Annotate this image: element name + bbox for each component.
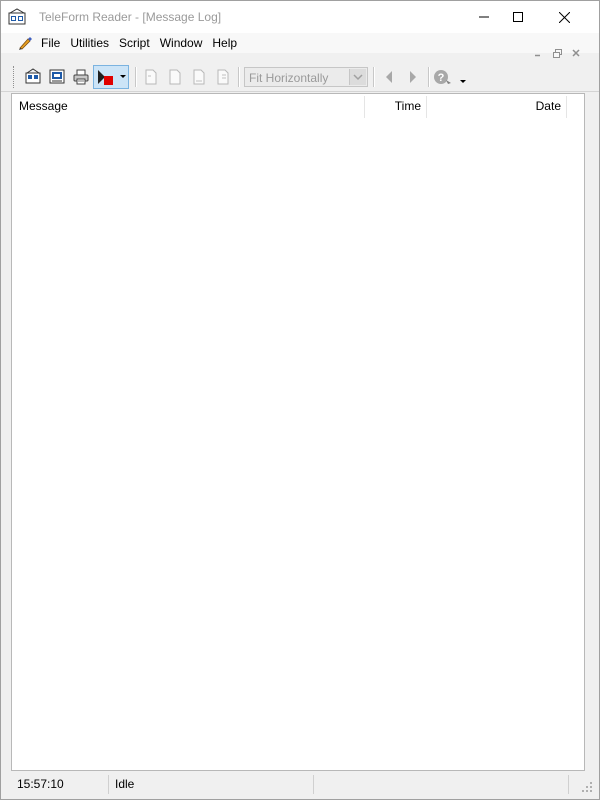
- back-button[interactable]: [378, 66, 400, 88]
- mdi-restore-button[interactable]: [548, 45, 566, 61]
- chevron-down-icon: [353, 74, 363, 81]
- zoom-dropdown-button[interactable]: [349, 69, 366, 85]
- read-forms-button[interactable]: [46, 66, 68, 88]
- forward-button[interactable]: [402, 66, 424, 88]
- scan-forms-icon: [25, 68, 41, 84]
- menu-script[interactable]: Script: [114, 33, 155, 53]
- minimize-icon: [479, 16, 489, 18]
- status-state: Idle: [109, 775, 314, 794]
- column-header-message[interactable]: Message: [19, 94, 364, 118]
- zoom-select-value: Fit Horizontally: [249, 71, 329, 85]
- title-bar[interactable]: TeleForm Reader - [Message Log]: [1, 1, 599, 33]
- first-page-button[interactable]: [140, 66, 162, 88]
- form-reader-icon: [49, 69, 65, 84]
- maximize-button[interactable]: [495, 1, 541, 33]
- print-button[interactable]: [70, 66, 92, 88]
- mdi-minimize-button[interactable]: [529, 45, 547, 61]
- chevron-down-icon: [120, 75, 126, 78]
- page-icon: [217, 69, 229, 85]
- toolbar-separator: [428, 67, 430, 87]
- run-stop-icon: [98, 70, 113, 85]
- minimize-icon: [535, 54, 540, 57]
- toolbar-separator: [135, 67, 137, 87]
- printer-icon: [73, 69, 89, 85]
- pen-icon[interactable]: [17, 35, 33, 51]
- help-button[interactable]: ?: [433, 66, 469, 88]
- close-icon: [558, 11, 570, 23]
- maximize-icon: [513, 12, 523, 22]
- page-icon: [169, 69, 181, 85]
- menu-bar: File Utilities Script Window Help: [1, 33, 599, 53]
- application-window: TeleForm Reader - [Message Log] File Uti…: [0, 0, 600, 800]
- mdi-close-button[interactable]: [567, 45, 585, 61]
- arrow-right-icon: [410, 71, 416, 83]
- teleform-app-icon[interactable]: [7, 7, 27, 27]
- status-time: 15:57:10: [11, 775, 109, 794]
- next-page-button[interactable]: [188, 66, 210, 88]
- toolbar-separator: [238, 67, 240, 87]
- menu-help[interactable]: Help: [207, 33, 242, 53]
- help-question-icon: ?: [434, 70, 451, 84]
- previous-page-button[interactable]: [164, 66, 186, 88]
- close-icon: [572, 49, 580, 57]
- status-bar: 15:57:10 Idle: [1, 773, 599, 799]
- list-header: Message Time Date: [12, 94, 584, 118]
- column-header-date[interactable]: Date: [427, 94, 566, 118]
- chevron-down-icon: [460, 80, 466, 83]
- resize-grip-icon[interactable]: [581, 781, 593, 793]
- column-divider[interactable]: [566, 96, 567, 118]
- restore-icon: [552, 48, 562, 58]
- menu-utilities[interactable]: Utilities: [65, 33, 114, 53]
- last-page-button[interactable]: [212, 66, 234, 88]
- run-stop-button[interactable]: [93, 65, 129, 89]
- zoom-select[interactable]: Fit Horizontally: [244, 67, 368, 87]
- svg-text:?: ?: [438, 72, 445, 84]
- column-header-time[interactable]: Time: [365, 94, 426, 118]
- menu-file[interactable]: File: [36, 33, 65, 53]
- page-icon: [145, 69, 157, 85]
- menu-items: File Utilities Script Window Help: [36, 33, 242, 53]
- scan-forms-button[interactable]: [22, 66, 44, 88]
- message-log-list[interactable]: Message Time Date: [11, 93, 585, 771]
- window-title: TeleForm Reader - [Message Log]: [39, 10, 222, 24]
- toolbar-grip[interactable]: [13, 66, 17, 88]
- page-icon: [193, 69, 205, 85]
- close-button[interactable]: [541, 1, 587, 33]
- toolbar-separator: [373, 67, 375, 87]
- status-panel-empty: [314, 775, 569, 794]
- arrow-left-icon: [386, 71, 392, 83]
- menu-window[interactable]: Window: [155, 33, 208, 53]
